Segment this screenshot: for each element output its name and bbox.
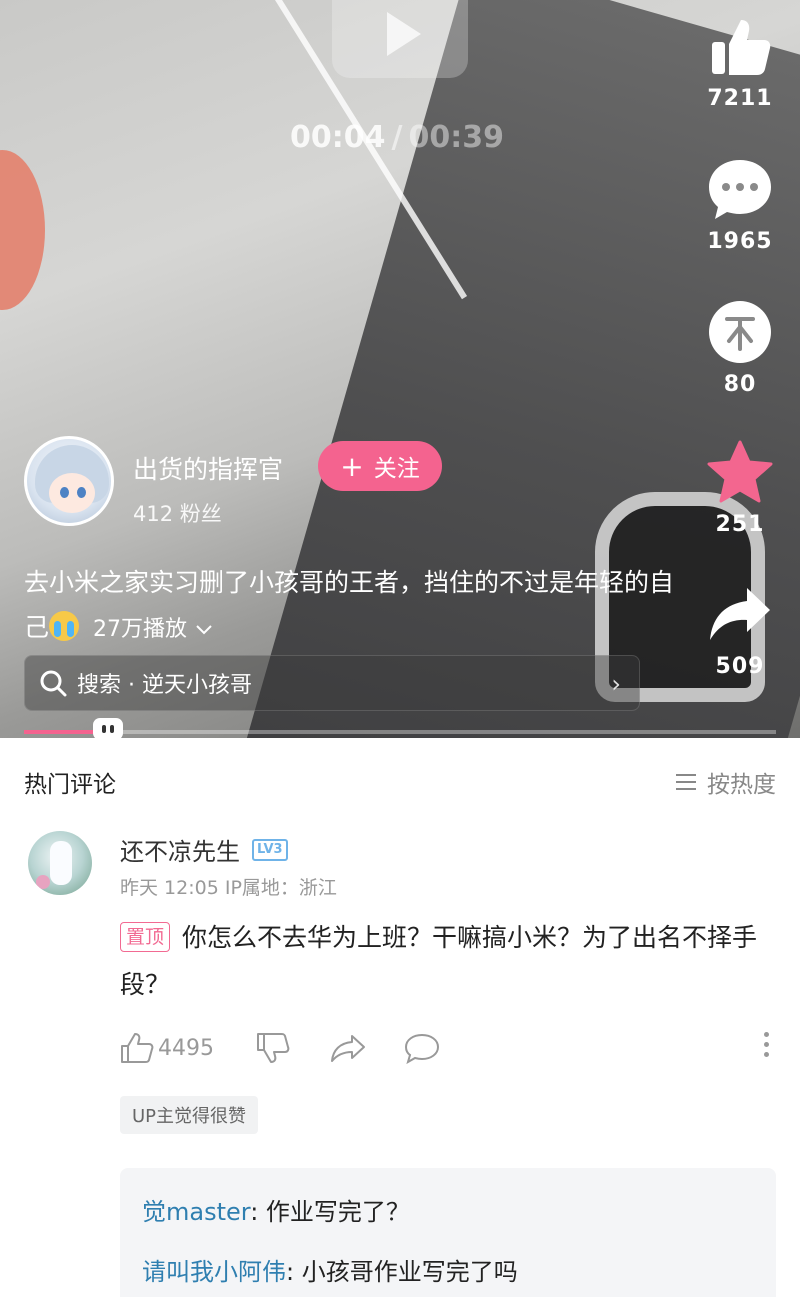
comment-body[interactable]: 置顶 你怎么不去华为上班？干嘛搞小米？为了出名不择手段？ (120, 914, 770, 1008)
like-count: 7211 (707, 86, 773, 111)
coin-icon (706, 298, 774, 366)
commenter-name-row: 还不凉先生 LV3 (120, 832, 288, 867)
thumbs-down-outline-icon (257, 1033, 290, 1063)
comment-actions: 4495 (120, 1028, 770, 1068)
up-liked-badge: UP主觉得很赞 (120, 1096, 259, 1134)
sort-label: 按热度 (707, 772, 776, 798)
search-suggestion-text: 搜索 · 逆天小孩哥 (77, 673, 252, 698)
chat-bubble-outline-icon (404, 1033, 440, 1064)
share-arrow-icon (706, 580, 774, 648)
current-time: 00:04 (290, 120, 386, 155)
sort-lines-icon (676, 774, 696, 790)
video-description: 去小米之家实习删了小孩哥的王者，挡住的不过是年轻的自己 27万播放 (24, 560, 684, 652)
crying-emoji-icon (49, 611, 80, 641)
commenter-name[interactable]: 还不凉先生 (120, 832, 240, 867)
reply-text: : 作业写完了？ (250, 1198, 410, 1226)
follow-label: 关注 (373, 456, 420, 482)
total-time: 00:39 (408, 120, 504, 155)
progress-track[interactable] (24, 730, 776, 734)
uploader-fans: 412 粉丝 (133, 502, 222, 526)
thumbs-up-icon (706, 12, 774, 80)
like-button[interactable]: 7211 (690, 12, 790, 111)
more-options-icon[interactable] (764, 1032, 770, 1062)
reply-text: : 小孩哥作业写完了吗 (286, 1258, 518, 1286)
level-badge: LV3 (252, 838, 288, 861)
video-player[interactable]: 00:04/00:39 7211 1965 80 251 509 出货的指挥官 … (0, 0, 800, 738)
star-icon (706, 438, 774, 506)
favorite-count: 251 (715, 512, 765, 537)
coin-count: 80 (723, 372, 757, 397)
follow-button[interactable]: + 关注 (318, 441, 442, 491)
chevron-right-icon: › (611, 670, 621, 698)
time-separator: / (391, 120, 403, 155)
share-outline-icon (331, 1035, 365, 1062)
video-timecode: 00:04/00:39 (290, 120, 504, 155)
reply-item[interactable]: 请叫我小阿伟: 小孩哥作业写完了吗 (142, 1252, 518, 1287)
reply-item[interactable]: 觉master: 作业写完了？ (142, 1192, 410, 1227)
progress-fill (24, 730, 99, 734)
play-count[interactable]: 27万播放 (93, 617, 187, 642)
pinned-tag: 置顶 (120, 922, 171, 952)
share-button[interactable]: 509 (690, 580, 790, 679)
search-icon (40, 670, 67, 697)
reply-user[interactable]: 请叫我小阿伟 (142, 1258, 286, 1286)
reply-user[interactable]: 觉master (142, 1198, 250, 1226)
uploader-avatar[interactable] (24, 436, 114, 526)
commenter-avatar[interactable] (28, 831, 92, 895)
uploader-name[interactable]: 出货的指挥官 (133, 450, 283, 486)
comment-count: 1965 (707, 229, 773, 254)
comment-meta: 昨天 12:05 IP属地：浙江 (120, 877, 337, 899)
comment-dislike-button[interactable] (256, 1032, 290, 1064)
hot-comments-title: 热门评论 (24, 772, 116, 798)
comment-like-count: 4495 (158, 1035, 214, 1061)
reply-preview-box[interactable]: 觉master: 作业写完了？ 请叫我小阿伟: 小孩哥作业写完了吗 (120, 1168, 776, 1297)
comment-share-button[interactable] (330, 1033, 366, 1063)
chevron-down-icon[interactable] (195, 624, 213, 636)
search-suggestion-bar[interactable]: 搜索 · 逆天小孩哥 › (24, 655, 640, 711)
video-frame-red-object (0, 150, 45, 310)
coin-button[interactable]: 80 (690, 298, 790, 397)
progress-handle[interactable] (93, 718, 123, 738)
play-icon[interactable] (332, 0, 468, 78)
comment-button[interactable]: 1965 (690, 155, 790, 254)
comment-bubble-icon (706, 155, 774, 223)
comment-reply-button[interactable] (404, 1032, 440, 1064)
share-count: 509 (715, 654, 765, 679)
comment-text: 你怎么不去华为上班？干嘛搞小米？为了出名不择手段？ (120, 923, 758, 999)
comment-like-button[interactable]: 4495 (120, 1032, 214, 1064)
sort-toggle[interactable]: 按热度 (675, 765, 776, 799)
plus-icon: + (340, 449, 364, 483)
favorite-button[interactable]: 251 (690, 438, 790, 537)
thumbs-up-outline-icon (121, 1033, 154, 1063)
